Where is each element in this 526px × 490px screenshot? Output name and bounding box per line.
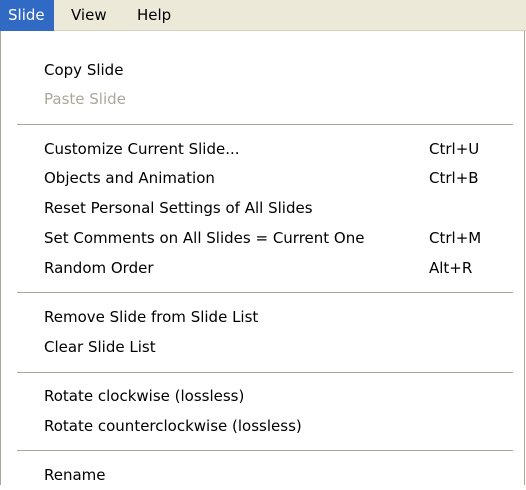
menu-item-remove-slide-from-list[interactable]: Remove Slide from Slide List — [1, 303, 524, 332]
menu-item-shortcut: Ctrl+U — [429, 140, 480, 158]
menu-item-shortcut: Ctrl+B — [429, 169, 479, 187]
menu-item-label: Customize Current Slide... — [44, 140, 240, 158]
menu-item-shortcut: Ctrl+M — [429, 229, 482, 247]
menu-item-rotate-clockwise[interactable]: Rotate clockwise (lossless) — [1, 382, 524, 411]
menu-separator — [17, 292, 513, 294]
menu-item-label: Reset Personal Settings of All Slides — [44, 199, 313, 217]
menu-slide[interactable]: Slide — [0, 0, 54, 31]
menu-view[interactable]: View — [63, 0, 116, 31]
menu-item-clear-slide-list[interactable]: Clear Slide List — [1, 333, 524, 362]
menu-item-reset-personal-settings[interactable]: Reset Personal Settings of All Slides — [1, 194, 524, 223]
menu-separator — [17, 124, 513, 126]
menu-item-label: Objects and Animation — [44, 169, 215, 187]
menu-item-set-comments-on-all-slides[interactable]: Set Comments on All Slides = Current One… — [1, 224, 524, 253]
menu-item-paste-slide: Paste Slide — [1, 85, 524, 114]
menu-help[interactable]: Help — [129, 0, 180, 31]
menu-item-rename[interactable]: Rename — [1, 461, 524, 490]
menu-item-objects-and-animation[interactable]: Objects and Animation Ctrl+B — [1, 164, 524, 193]
menu-item-label: Rotate clockwise (lossless) — [44, 387, 245, 405]
menu-item-customize-current-slide[interactable]: Customize Current Slide... Ctrl+U — [1, 135, 524, 164]
menu-item-label: Remove Slide from Slide List — [44, 308, 259, 326]
menu-item-random-order[interactable]: Random Order Alt+R — [1, 254, 524, 283]
menu-item-label: Set Comments on All Slides = Current One — [44, 229, 365, 247]
slide-menu-dropdown: Copy Slide Paste Slide Customize Current… — [0, 31, 525, 485]
menu-item-label: Copy Slide — [44, 61, 124, 79]
menu-item-shortcut: Alt+R — [429, 259, 473, 277]
menu-item-label: Rename — [44, 466, 106, 484]
menu-item-label: Paste Slide — [44, 90, 126, 108]
menu-item-rotate-counterclockwise[interactable]: Rotate counterclockwise (lossless) — [1, 412, 524, 441]
menu-separator — [17, 450, 513, 452]
menu-item-copy-slide[interactable]: Copy Slide — [1, 56, 524, 85]
menu-item-label: Clear Slide List — [44, 338, 156, 356]
menu-bar: Slide View Help — [0, 0, 526, 31]
menu-separator — [17, 372, 513, 374]
menu-item-label: Rotate counterclockwise (lossless) — [44, 417, 302, 435]
menu-item-label: Random Order — [44, 259, 154, 277]
